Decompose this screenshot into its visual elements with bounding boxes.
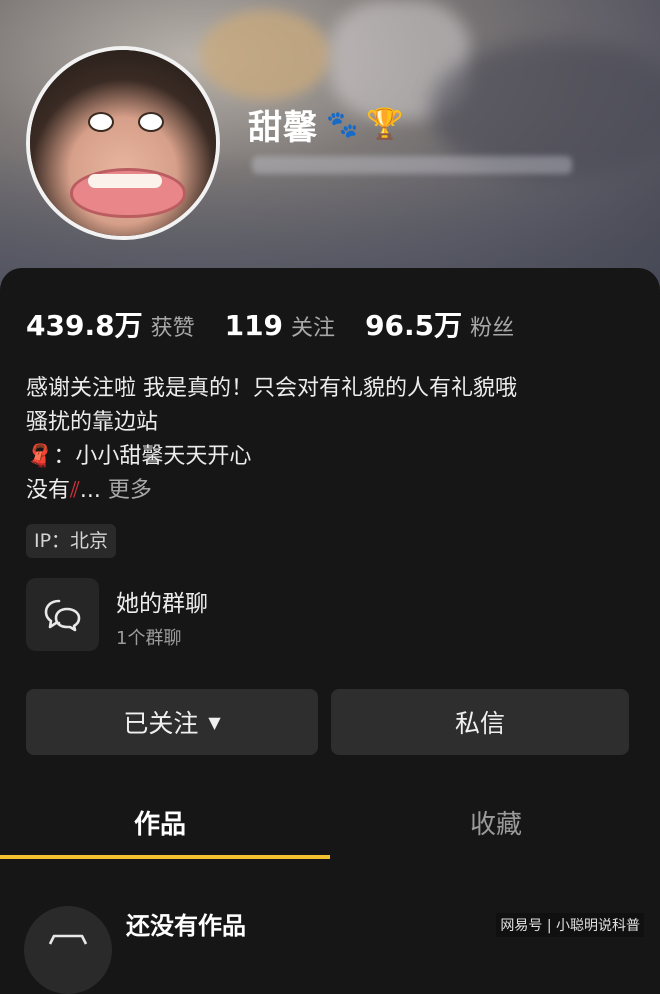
caret-down-icon: ▼ [208,712,221,732]
stat-label: 粉丝 [470,316,515,341]
empty-icon-svg [48,934,88,945]
message-button[interactable]: 私信 [331,689,629,755]
stat-label: 获赞 [150,316,195,341]
stat-followers[interactable]: 96.5万 粉丝 [365,304,514,344]
profile-name: 甜馨 [248,108,318,148]
profile-bio[interactable]: 感谢关注啦 我是真的！只会对有礼貌的人有礼貌哦 骚扰的靠边站 🧣：小小甜馨天天开… [26,372,636,508]
following-label: 已关注 [123,709,199,738]
empty-title: 还没有作品 [126,912,246,940]
tab-favorites[interactable]: 收藏 [470,804,522,841]
bio-line: 没有⫽... 更多 [26,474,636,508]
banner-shape [200,10,330,100]
ip-location-tag: IP：北京 [26,524,117,558]
empty-icon [24,906,112,994]
bio-line: 感谢关注啦 我是真的！只会对有礼貌的人有礼貌哦 [26,376,517,401]
stat-label: 关注 [291,316,336,341]
profile-name-row: 甜馨 🐾 🏆 [248,100,404,149]
following-button[interactable]: 已关注 ▼ [26,689,318,755]
group-chat-card[interactable]: 她的群聊 1个群聊 [26,578,630,654]
blurred-id [252,156,572,174]
group-chat-count: 1个群聊 [116,628,182,649]
stat-number: 96.5万 [365,309,463,342]
trophy-icon: 🏆 [366,107,404,142]
stat-following[interactable]: 119 关注 [225,309,335,342]
more-link[interactable]: 更多 [108,478,152,503]
avatar-teeth [88,174,162,188]
bio-text: 没有 [26,478,71,503]
bio-text: ：小小甜馨天天开心 [53,444,252,469]
bio-ellipsis: ... [79,478,101,503]
avatar[interactable] [26,46,220,240]
stat-number: 119 [224,309,284,342]
scarf-icon: 🧣 [26,444,54,469]
profile-stats: 439.8万 获赞 119 关注 96.5万 粉丝 [26,304,514,344]
message-label: 私信 [454,709,505,738]
avatar-eye [138,112,164,132]
watermark: 网易号 | 小聪明说科普 [496,913,644,937]
bio-line: 骚扰的靠边站 [26,410,159,435]
avatar-eye [88,112,114,132]
chat-bubbles-icon-svg [44,599,80,631]
paw-icon: 🐾 [326,109,359,140]
chat-bubbles-icon [26,578,99,651]
active-tab-indicator [0,855,330,859]
group-chat-title: 她的群聊 [116,591,208,617]
stat-likes[interactable]: 439.8万 获赞 [26,304,195,344]
chopsticks-icon: ⫽ [70,478,80,503]
stat-number: 439.8万 [26,309,143,342]
tab-works[interactable]: 作品 [134,804,186,841]
bio-line: 🧣：小小甜馨天天开心 [26,440,636,474]
content-tabs: 作品 收藏 [0,790,660,860]
